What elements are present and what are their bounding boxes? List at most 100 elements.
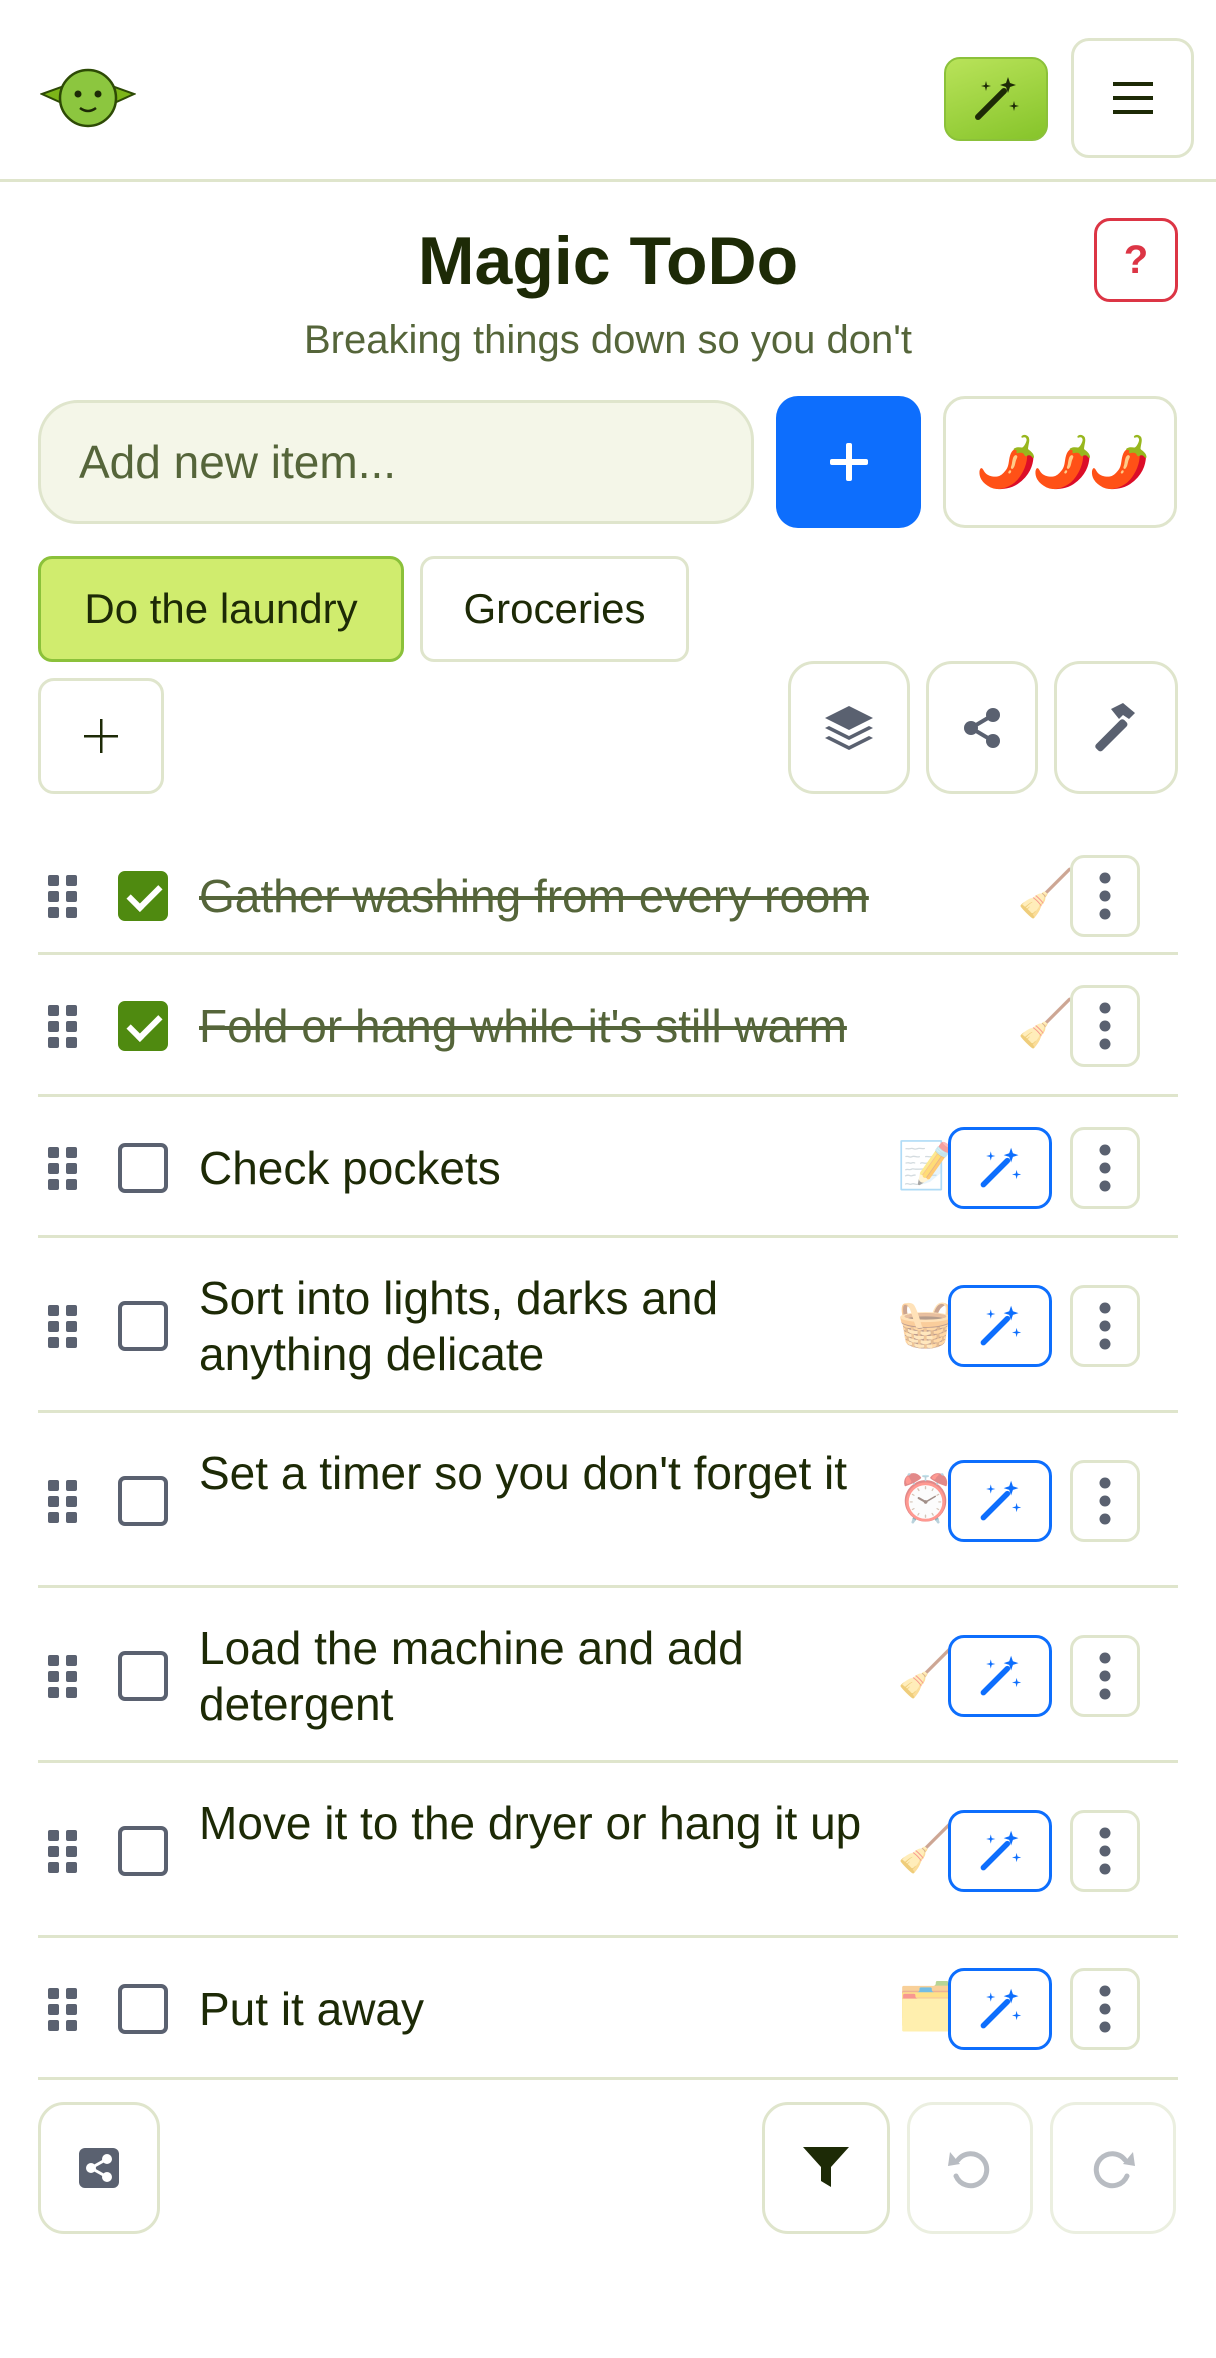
item-text[interactable]: Load the machine and add detergent (199, 1620, 889, 1732)
breakdown-button[interactable] (948, 1809, 1052, 1892)
item-options-button[interactable] (1070, 1809, 1140, 1892)
todo-item: Fold or hang while it's still warm 🧹 (38, 955, 1178, 1097)
new-item-input[interactable] (38, 400, 754, 524)
todo-item: Load the machine and add detergent 🧹 (38, 1588, 1178, 1763)
item-options-button[interactable] (1070, 1459, 1140, 1542)
item-checkbox[interactable] (118, 1650, 168, 1701)
todo-item: Put it away 🗂️ (38, 1938, 1178, 2080)
plus-icon (84, 719, 118, 753)
vertical-dots-icon (1098, 1475, 1112, 1527)
drag-handle-icon[interactable] (46, 1002, 78, 1055)
item-checkbox[interactable] (118, 1984, 168, 2034)
share-list-button[interactable] (38, 2102, 160, 2234)
magic-wand-icon (976, 1144, 1024, 1192)
drag-handle-icon[interactable] (46, 1477, 78, 1530)
breakdown-button[interactable] (948, 1459, 1052, 1542)
drag-handle-icon[interactable] (46, 1985, 78, 2038)
item-options-button[interactable] (1070, 1968, 1140, 2050)
magic-wand-icon (976, 1827, 1024, 1875)
add-list-button[interactable] (38, 678, 164, 794)
spiciness-level: 🌶️🌶️🌶️ (975, 433, 1151, 490)
item-text[interactable]: Put it away (199, 1981, 889, 2037)
layers-button[interactable] (788, 661, 910, 794)
item-text[interactable]: Gather washing from every room (199, 868, 999, 924)
hamburger-icon (1112, 82, 1153, 114)
item-checkbox[interactable] (118, 1142, 168, 1193)
item-checkbox[interactable] (118, 1001, 168, 1051)
vertical-dots-icon (1098, 1983, 1112, 2035)
filter-button[interactable] (762, 2102, 890, 2234)
item-text[interactable]: Set a timer so you don't forget it (199, 1445, 889, 1501)
vertical-dots-icon (1098, 1000, 1112, 1052)
plus-icon (829, 443, 868, 481)
item-text[interactable]: Move it to the dryer or hang it up (199, 1795, 889, 1851)
share-icon (964, 707, 1000, 748)
vertical-dots-icon (1098, 870, 1112, 922)
magic-wand-icon (975, 77, 1019, 120)
magic-wand-icon (976, 1652, 1024, 1700)
drag-handle-icon[interactable] (46, 1144, 78, 1197)
todo-item: Sort into lights, darks and anything del… (38, 1238, 1178, 1413)
magic-wand-icon (976, 1985, 1024, 2033)
page-subtitle: Breaking things down so you don't (303, 318, 913, 362)
vertical-dots-icon (1098, 1142, 1112, 1194)
item-category-icon: 📝 (897, 1138, 955, 1191)
item-checkbox[interactable] (118, 1300, 168, 1351)
undo-button[interactable] (907, 2102, 1033, 2234)
item-options-button[interactable] (1070, 1634, 1140, 1717)
item-text[interactable]: Sort into lights, darks and anything del… (199, 1270, 889, 1382)
drag-handle-icon[interactable] (46, 1652, 78, 1705)
vertical-dots-icon (1098, 1825, 1112, 1877)
redo-button[interactable] (1050, 2102, 1176, 2234)
drag-handle-icon[interactable] (46, 872, 78, 925)
breakdown-button[interactable] (948, 1968, 1052, 2050)
item-checkbox[interactable] (118, 871, 168, 921)
vertical-dots-icon (1098, 1650, 1112, 1702)
redo-icon (1093, 2151, 1135, 2189)
drag-handle-icon[interactable] (46, 1302, 78, 1355)
item-options-button[interactable] (1070, 1284, 1140, 1367)
todo-item: Move it to the dryer or hang it up 🧹 (38, 1763, 1178, 1938)
item-category-icon: ⏰ (897, 1471, 955, 1524)
top-bar (0, 0, 1216, 182)
item-category-icon: 🧹 (1017, 997, 1075, 1049)
magic-wand-icon (976, 1477, 1024, 1525)
drag-handle-icon[interactable] (46, 1827, 78, 1880)
help-label: ? (1123, 237, 1149, 282)
spiciness-button[interactable]: 🌶️🌶️🌶️ (943, 396, 1177, 528)
item-options-button[interactable] (1070, 985, 1140, 1067)
todo-item: Gather washing from every room 🧹 (38, 837, 1178, 955)
item-category-icon: 🧺 (897, 1296, 955, 1349)
item-category-icon: 🧹 (897, 1821, 955, 1874)
hammer-icon (1095, 702, 1135, 751)
magic-wand-button[interactable] (944, 57, 1048, 141)
todo-item: Check pockets 📝 (38, 1097, 1178, 1238)
goblin-icon[interactable] (39, 64, 137, 130)
tab-label: Groceries (463, 585, 646, 632)
item-category-icon: 🧹 (897, 1646, 955, 1699)
tab-do-the-laundry[interactable]: Do the laundry (38, 556, 404, 662)
item-checkbox[interactable] (118, 1825, 168, 1876)
breakdown-button[interactable] (948, 1284, 1052, 1367)
add-item-button[interactable] (776, 396, 921, 528)
help-button[interactable]: ? (1094, 218, 1178, 302)
item-checkbox[interactable] (118, 1475, 168, 1526)
tab-label: Do the laundry (84, 585, 358, 632)
menu-button[interactable] (1071, 38, 1194, 158)
item-options-button[interactable] (1070, 1126, 1140, 1209)
item-category-icon: 🧹 (1017, 867, 1075, 919)
hammer-button[interactable] (1054, 661, 1178, 794)
undo-icon (948, 2151, 990, 2189)
todo-item: Set a timer so you don't forget it ⏰ (38, 1413, 1178, 1588)
item-category-icon: 🗂️ (897, 1980, 955, 2032)
page-title: Magic ToDo (417, 223, 799, 299)
breakdown-button[interactable] (948, 1634, 1052, 1717)
item-text[interactable]: Fold or hang while it's still warm (199, 998, 999, 1054)
tab-groceries[interactable]: Groceries (420, 556, 689, 662)
share-button[interactable] (926, 661, 1038, 794)
item-options-button[interactable] (1070, 855, 1140, 937)
share-square-icon (79, 2148, 119, 2188)
layers-icon (825, 705, 873, 750)
breakdown-button[interactable] (948, 1126, 1052, 1209)
item-text[interactable]: Check pockets (199, 1140, 889, 1196)
